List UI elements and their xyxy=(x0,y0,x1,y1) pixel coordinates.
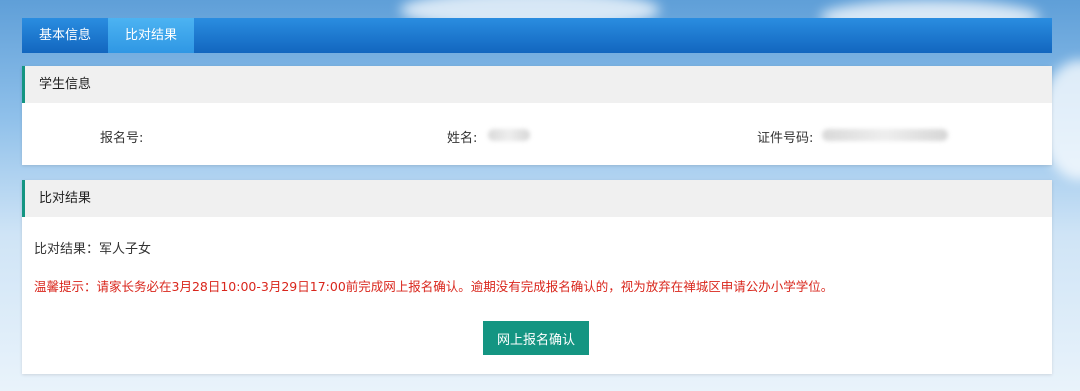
online-registration-confirm-button[interactable]: 网上报名确认 xyxy=(483,321,589,355)
student-info-title: 学生信息 xyxy=(22,66,1052,103)
id-label: 证件号码: xyxy=(757,131,814,146)
compare-result-text: 比对结果：军人子女 xyxy=(34,242,152,257)
tab-basic-info[interactable]: 基本信息 xyxy=(22,18,108,53)
name-value-redacted xyxy=(488,129,530,141)
tab-bar: 基本信息 比对结果 xyxy=(22,18,1052,53)
student-info-row: 报名号: 姓名: 证件号码: xyxy=(22,103,1052,165)
compare-result-panel: 比对结果 比对结果：军人子女 温馨提示：请家长务必在3月28日10:00-3月2… xyxy=(22,180,1052,374)
warm-tip-text: 温馨提示：请家长务必在3月28日10:00-3月29日17:00前完成网上报名确… xyxy=(34,279,834,294)
compare-result-title: 比对结果 xyxy=(22,180,1052,217)
name-label: 姓名: xyxy=(447,131,478,146)
tab-compare-result[interactable]: 比对结果 xyxy=(108,18,195,53)
id-value-redacted xyxy=(822,129,948,141)
student-info-panel: 学生信息 报名号: 姓名: 证件号码: xyxy=(22,66,1052,165)
reg-no-label: 报名号: xyxy=(100,131,144,146)
